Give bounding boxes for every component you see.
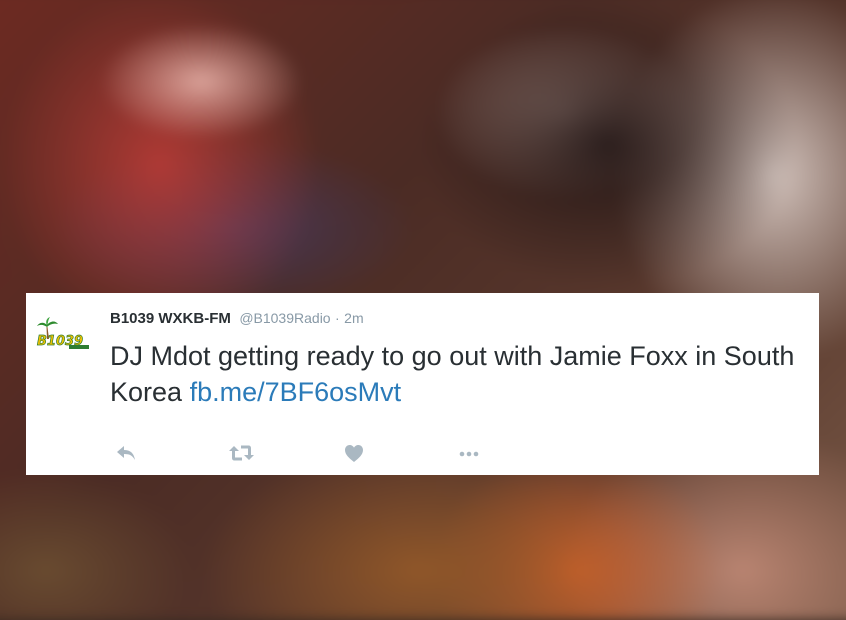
more-icon xyxy=(459,451,479,457)
retweet-button[interactable] xyxy=(228,441,256,465)
display-name[interactable]: B1039 WXKB-FM xyxy=(110,310,231,327)
tweet-header: B1039 WXKB-FM @B1039Radio · 2m xyxy=(110,310,364,328)
avatar[interactable]: B1039 xyxy=(35,317,93,353)
tweet-text: DJ Mdot getting ready to go out with Jam… xyxy=(110,338,810,410)
like-icon xyxy=(345,445,363,462)
tweet-timestamp[interactable]: 2m xyxy=(344,310,363,326)
retweet-icon xyxy=(229,445,254,461)
reply-button[interactable] xyxy=(114,441,142,465)
tweet-card: B1039 B1039 WXKB-FM @B1039Radio · 2m DJ … xyxy=(26,293,819,475)
separator-dot: · xyxy=(335,310,340,326)
tweet-link[interactable]: fb.me/7BF6osMvt xyxy=(190,377,402,407)
user-handle[interactable]: @B1039Radio xyxy=(239,310,330,326)
reply-icon xyxy=(117,446,135,460)
like-button[interactable] xyxy=(342,441,370,465)
more-button[interactable] xyxy=(456,441,484,465)
